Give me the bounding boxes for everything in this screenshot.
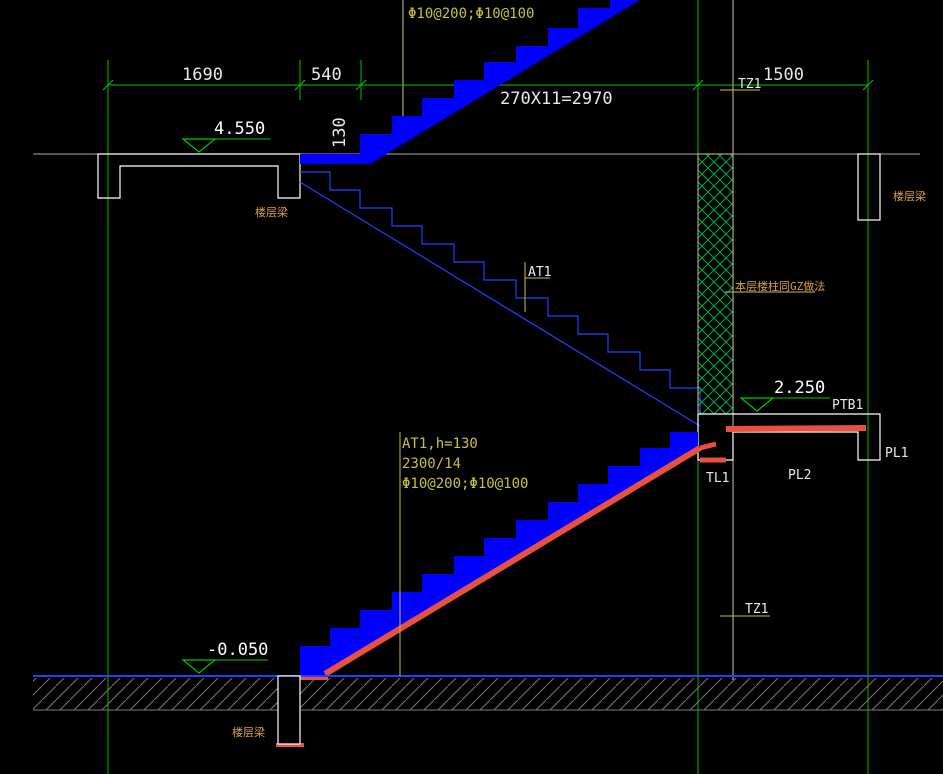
lower-stair-flight — [300, 432, 698, 676]
floor-beam-bottom-label: 楼层梁 — [232, 725, 265, 739]
at1-lower-line3: Φ10@200;Φ10@100 — [402, 476, 528, 492]
level-marker-ground: -0.050 — [181, 640, 268, 674]
landing-slab — [697, 413, 881, 461]
level-upper: 4.550 — [214, 119, 265, 139]
ground-floor-beam — [277, 675, 301, 745]
floor-beam-right-label: 楼层梁 — [893, 189, 926, 203]
dim-right: 1500 — [763, 65, 804, 85]
cad-drawing-canvas[interactable]: 1690 540 270X11=2970 1500 4.550 2.250 -0… — [0, 0, 943, 774]
ptb1-label: PTB1 — [832, 398, 863, 413]
dim-middle: 540 — [311, 65, 342, 85]
level-marker-upper: 4.550 — [181, 119, 270, 153]
pl2-label: PL2 — [788, 468, 811, 483]
level-ground: -0.050 — [207, 640, 268, 660]
tz1-top-label: TZ1 — [738, 77, 761, 92]
floor-beam-top-left-label: 楼层梁 — [255, 205, 288, 219]
dim-thickness: 130 — [330, 117, 350, 148]
column-note: 本层楼柱同GZ做法 — [735, 279, 825, 293]
pl1-label: PL1 — [885, 446, 908, 461]
dim-flight: 270X11=2970 — [500, 89, 613, 109]
tl1-label: TL1 — [706, 471, 729, 486]
at1-upper-label: AT1 — [528, 265, 551, 280]
upper-left-slab — [97, 153, 301, 199]
at1-lower-line1: AT1,h=130 — [402, 436, 478, 452]
level-marker-landing: 2.250 — [739, 378, 830, 412]
upper-stair-flight — [300, 0, 640, 164]
dim-left: 1690 — [182, 65, 223, 85]
tz1-bottom-label: TZ1 — [745, 602, 768, 617]
top-rebar-text: Φ10@200;Φ10@100 — [408, 6, 534, 22]
right-floor-beam — [857, 153, 881, 221]
column-tz1 — [697, 153, 734, 415]
level-landing: 2.250 — [774, 378, 825, 398]
ground-hatch — [33, 678, 943, 710]
at1-lower-line2: 2300/14 — [402, 456, 461, 472]
middle-stair-outline — [299, 171, 701, 427]
